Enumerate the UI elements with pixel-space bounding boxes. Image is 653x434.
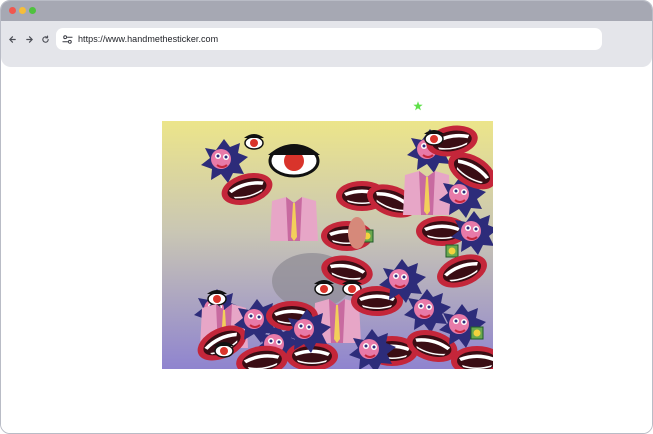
forward-arrow-icon[interactable]: [22, 32, 36, 46]
page-content: [1, 67, 652, 433]
back-arrow-icon[interactable]: [5, 32, 19, 46]
browser-toolbar: https://www.handmethesticker.com: [1, 21, 652, 67]
reload-icon[interactable]: [38, 32, 52, 46]
green-star-icon: [413, 98, 423, 111]
minimize-window-button[interactable]: [19, 7, 26, 14]
maximize-window-button[interactable]: [29, 7, 36, 14]
browser-window: https://www.handmethesticker.com: [0, 0, 653, 434]
title-bar: [1, 1, 652, 21]
close-window-button[interactable]: [9, 7, 16, 14]
address-bar[interactable]: https://www.handmethesticker.com: [56, 28, 602, 50]
site-settings-icon[interactable]: [61, 33, 73, 45]
sticker-collage-image[interactable]: [162, 121, 493, 369]
url-text[interactable]: https://www.handmethesticker.com: [78, 32, 218, 46]
